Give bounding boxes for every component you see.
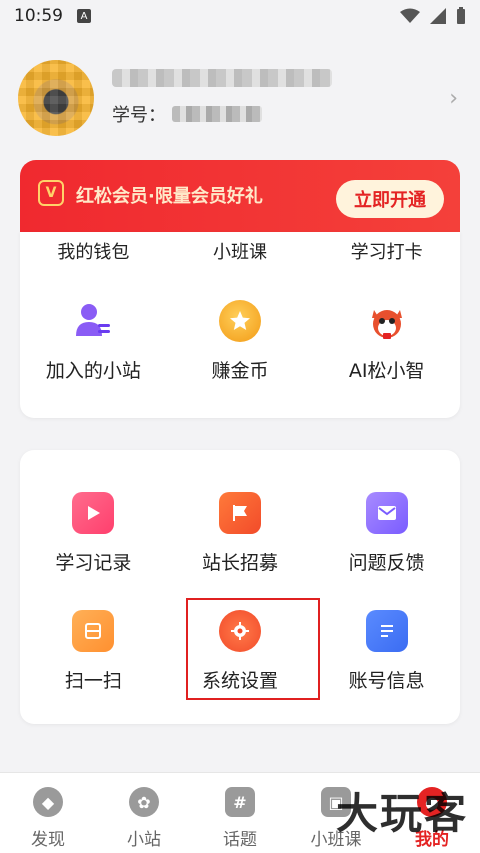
tab-topics[interactable]: # 话题 (192, 773, 288, 853)
vip-crest-icon: V (38, 180, 64, 206)
wallet-item[interactable]: 我的钱包 (20, 238, 167, 264)
compass-icon: ◆ (33, 787, 63, 817)
flag-icon (219, 492, 261, 534)
wifi-icon (400, 8, 420, 23)
watermark: 大玩客 (335, 789, 468, 838)
joined-stations-label: 加入的小站 (45, 360, 141, 382)
chevron-right-icon[interactable]: › (449, 86, 458, 111)
small-class-item[interactable]: 小班课 (167, 238, 314, 264)
squirrel-icon (366, 300, 408, 342)
tab-discover[interactable]: ◆ 发现 (0, 773, 96, 853)
student-no-blurred (172, 106, 262, 122)
checkin-item[interactable]: 学习打卡 (313, 238, 460, 264)
battery-icon (457, 7, 465, 24)
signal-icon (430, 8, 446, 24)
student-no-label: 学号： (112, 105, 166, 126)
star-coin-icon (219, 300, 261, 342)
play-icon (72, 492, 115, 534)
feature-card-1: 我的钱包 小班课 学习打卡 加入的小站 赚金币 AI松小智 (20, 232, 460, 418)
avatar[interactable] (18, 60, 94, 136)
earn-coins-item[interactable]: 赚金币 (167, 300, 314, 383)
recruit-label: 站长招募 (202, 552, 279, 574)
ai-assistant-label: AI松小智 (348, 360, 425, 382)
hashtag-icon: # (225, 787, 255, 817)
status-time: 10:59 (14, 6, 63, 26)
tab-stations-label: 小站 (127, 830, 161, 850)
tab-discover-label: 发现 (31, 830, 65, 850)
leaf-icon: ✿ (129, 787, 159, 817)
notification-badge-icon: A (77, 9, 91, 23)
tab-topics-label: 话题 (223, 830, 257, 850)
account-info-item[interactable]: 账号信息 (313, 610, 460, 693)
highlight-box (186, 598, 320, 700)
person-icon (72, 300, 114, 342)
doc-icon (365, 610, 408, 652)
tab-stations[interactable]: ✿ 小站 (96, 773, 192, 853)
feedback-item[interactable]: 问题反馈 (313, 492, 460, 575)
profile-header[interactable]: 学号： › (18, 58, 462, 138)
scan-label: 扫一扫 (64, 670, 122, 692)
username-blurred (112, 69, 332, 87)
joined-stations-item[interactable]: 加入的小站 (20, 300, 167, 383)
vip-open-button[interactable]: 立即开通 (336, 180, 444, 218)
feedback-label: 问题反馈 (348, 552, 425, 574)
study-record-label: 学习记录 (55, 552, 132, 574)
status-bar: 10:59 A (0, 0, 480, 32)
earn-coins-label: 赚金币 (211, 360, 269, 382)
mail-icon (365, 492, 408, 534)
study-record-item[interactable]: 学习记录 (20, 492, 167, 575)
scan-icon (72, 610, 115, 652)
vip-title: 红松会员·限量会员好礼 (76, 186, 263, 207)
scan-item[interactable]: 扫一扫 (20, 610, 167, 693)
recruit-item[interactable]: 站长招募 (167, 492, 314, 575)
account-info-label: 账号信息 (348, 670, 425, 692)
ai-assistant-item[interactable]: AI松小智 (313, 300, 460, 383)
vip-banner[interactable]: V 红松会员·限量会员好礼 立即开通 (20, 160, 460, 242)
feature-card-2: 学习记录 站长招募 问题反馈 扫一扫 系统设置 账号信息 (20, 450, 460, 724)
